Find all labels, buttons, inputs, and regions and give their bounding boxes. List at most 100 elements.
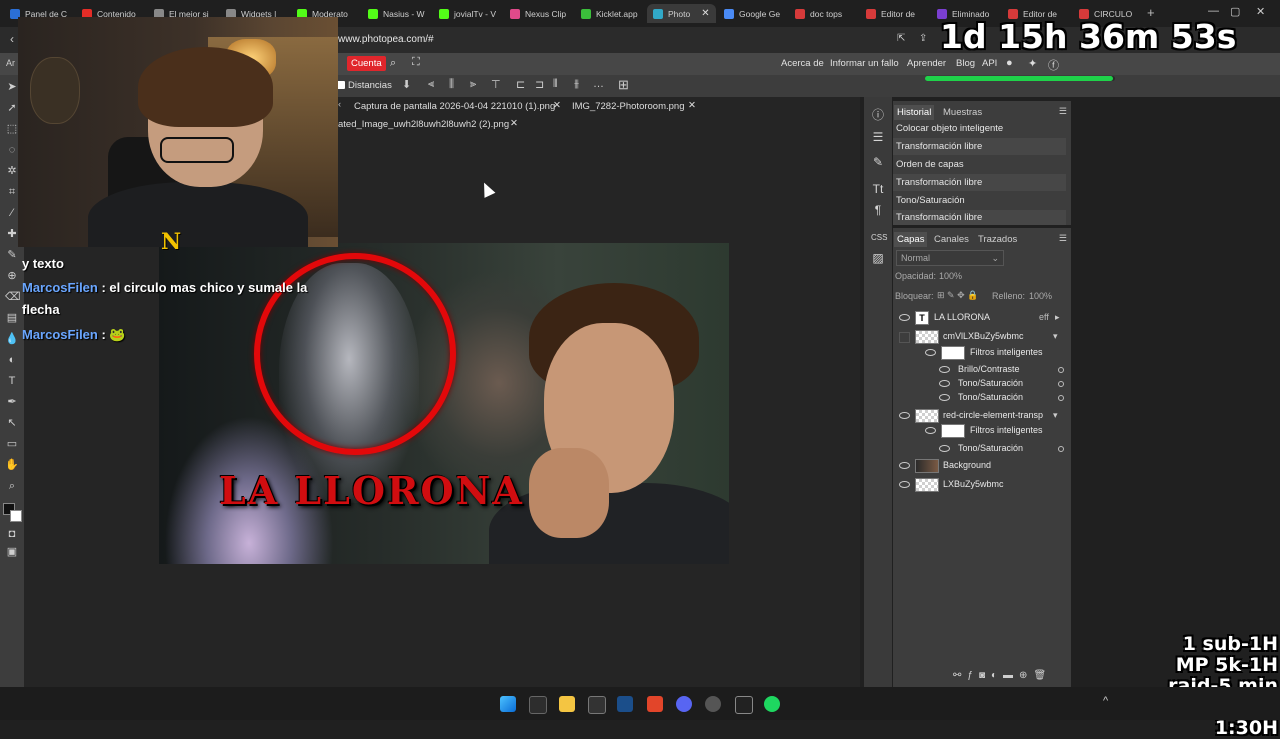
browser-tab[interactable]: Nasius - W [368, 4, 425, 23]
menu-api-link[interactable]: API [982, 58, 997, 69]
character-icon[interactable]: Tt [871, 182, 885, 196]
filter-options-icon[interactable] [1058, 446, 1064, 452]
blur-tool-icon[interactable]: 💧 [5, 332, 19, 346]
new-group-icon[interactable]: ▬ [1003, 670, 1019, 681]
history-item[interactable]: Transformación libre [893, 174, 1066, 191]
select-tool-icon[interactable]: ➚ [5, 101, 19, 115]
shape-tool-icon[interactable]: ▭ [5, 437, 19, 451]
brush-tool-icon[interactable]: ✎ [5, 248, 19, 262]
gradient-tool-icon[interactable]: ▤ [5, 311, 19, 325]
url-field[interactable]: www.photopea.com/# [338, 34, 434, 45]
reddit-icon[interactable]: ● [1006, 57, 1013, 69]
clone-tool-icon[interactable]: ⊕ [5, 269, 19, 283]
file-explorer-icon[interactable] [559, 696, 575, 712]
distribute-horizontal-icon[interactable]: ⫵ [574, 78, 579, 91]
browser-tab-active[interactable]: Photo ✕ [647, 4, 716, 23]
magic-wand-tool-icon[interactable]: ✲ [5, 164, 19, 178]
layer-row[interactable]: Tono/Saturación [893, 439, 1071, 457]
layer-row[interactable]: Background [893, 456, 1071, 474]
healing-tool-icon[interactable]: ✚ [5, 227, 19, 241]
expand-arrow-icon[interactable]: ▸ [1055, 308, 1060, 326]
filter-options-icon[interactable] [1058, 381, 1064, 387]
background-color-swatch[interactable] [10, 510, 22, 522]
adjustments-icon[interactable]: ☰ [871, 130, 885, 144]
type-tool-icon[interactable]: T [5, 374, 19, 388]
fullscreen-icon[interactable]: ⛶ [412, 56, 420, 69]
obs-icon[interactable] [705, 696, 721, 712]
add-mask-icon[interactable]: ◙ [979, 670, 991, 681]
system-tray-chevron-icon[interactable]: ^ [1103, 695, 1108, 707]
grid-icon[interactable]: ⊞ [618, 77, 629, 93]
menu-blog-link[interactable]: Blog [956, 58, 975, 69]
layer-row[interactable]: Filtros inteligentes [893, 421, 1071, 439]
tab-paths[interactable]: Trazados [975, 232, 1020, 247]
steam-icon[interactable] [617, 696, 633, 712]
download-icon[interactable]: ⬇ [402, 78, 411, 91]
history-item[interactable]: Transformación libre [893, 210, 1066, 225]
blend-mode-select[interactable]: Normal ⌄ [896, 250, 1004, 266]
brave-icon[interactable] [647, 696, 663, 712]
visibility-eye-icon[interactable] [899, 481, 910, 488]
panel-menu-icon[interactable]: ☰ [1059, 106, 1067, 117]
minimize-icon[interactable]: — [1208, 5, 1219, 17]
paragraph-icon[interactable]: ¶ [871, 203, 885, 217]
align-left-icon[interactable]: ⫷ [428, 78, 434, 91]
discord-icon[interactable] [676, 696, 692, 712]
adjustment-layer-icon[interactable]: ◐ [991, 670, 1003, 681]
twitter-icon[interactable]: ✦ [1028, 57, 1037, 70]
tab-layers[interactable]: Capas [894, 232, 928, 247]
browser-tab[interactable]: Kicklet.app [581, 4, 638, 23]
visibility-eye-icon[interactable] [899, 412, 910, 419]
browser-tab[interactable]: Google Ge [724, 4, 780, 23]
zoom-tool-icon[interactable]: ⌕ [5, 479, 19, 493]
opacity-value[interactable]: 100% [939, 271, 962, 281]
lock-icons[interactable]: ⊞ ✎ ✥ 🔒 [937, 290, 978, 301]
document-tab[interactable]: Captura de pantalla 2026-04-04 221010 (1… [354, 101, 555, 112]
align-center-icon[interactable]: ⫼ [449, 78, 454, 91]
browser-tab[interactable]: Editor de [866, 4, 915, 23]
visibility-eye-icon[interactable] [939, 394, 950, 401]
search-icon[interactable]: ⌕ [390, 57, 396, 70]
menu-learn-link[interactable]: Aprender [907, 58, 946, 69]
history-item[interactable]: Transformación libre [893, 138, 1066, 155]
align-right-icon[interactable]: ⫸ [470, 78, 476, 91]
facebook-icon[interactable]: ⓕ [1048, 57, 1059, 73]
more-options-icon[interactable]: … [593, 78, 604, 90]
info-icon[interactable]: ⓘ [871, 108, 885, 122]
document-tab[interactable]: ated_Image_uwh2l8uwh2l8uwh2 (2).png [338, 119, 509, 130]
close-document-icon[interactable]: ✕ [510, 118, 518, 129]
link-layers-icon[interactable]: ⚯ [953, 670, 967, 681]
close-document-icon[interactable]: ✕ [688, 100, 696, 111]
fill-value[interactable]: 100% [1029, 291, 1052, 301]
css-icon[interactable]: CSS [871, 231, 887, 245]
epic-games-icon[interactable] [588, 696, 606, 714]
quick-mask-icon[interactable]: ◘ [5, 527, 19, 541]
screen-mode-icon[interactable]: ▣ [5, 545, 19, 559]
layer-row[interactable]: LXBuZy5wbmc [893, 475, 1071, 493]
browser-tab[interactable]: doc tops [795, 4, 842, 23]
close-window-icon[interactable]: ✕ [1256, 5, 1265, 18]
close-tab-icon[interactable]: ✕ [701, 8, 709, 19]
hand-tool-icon[interactable]: ✋ [5, 458, 19, 472]
history-item[interactable]: Orden de capas [893, 156, 1066, 173]
layer-row[interactable]: T LA LLORONA eff ▸ [893, 308, 1071, 326]
lasso-tool-icon[interactable]: ◌ [5, 143, 19, 157]
visibility-off-box[interactable] [899, 332, 910, 343]
align-middle-icon[interactable]: ⊏ [516, 78, 525, 91]
filter-options-icon[interactable] [1058, 395, 1064, 401]
browser-tab[interactable]: Nexus Clip [510, 4, 566, 23]
visibility-eye-icon[interactable] [939, 445, 950, 452]
menu-report-bug-link[interactable]: Informar un fallo [830, 58, 899, 69]
visibility-eye-icon[interactable] [925, 349, 936, 356]
marquee-tool-icon[interactable]: ⬚ [5, 122, 19, 136]
eraser-tool-icon[interactable]: ⌫ [5, 290, 21, 304]
visibility-eye-icon[interactable] [939, 380, 950, 387]
path-select-tool-icon[interactable]: ↖ [5, 416, 19, 430]
menu-about-link[interactable]: Acerca de [781, 58, 824, 69]
tab-scroll-left-icon[interactable]: ‹ [338, 99, 341, 110]
history-item[interactable]: Colocar objeto inteligente [893, 120, 1066, 137]
pen-tool-icon[interactable]: ✒ [5, 395, 19, 409]
align-bottom-icon[interactable]: ⊐ [535, 78, 544, 91]
history-item[interactable]: Tono/Saturación [893, 192, 1066, 209]
visibility-eye-icon[interactable] [899, 314, 910, 321]
